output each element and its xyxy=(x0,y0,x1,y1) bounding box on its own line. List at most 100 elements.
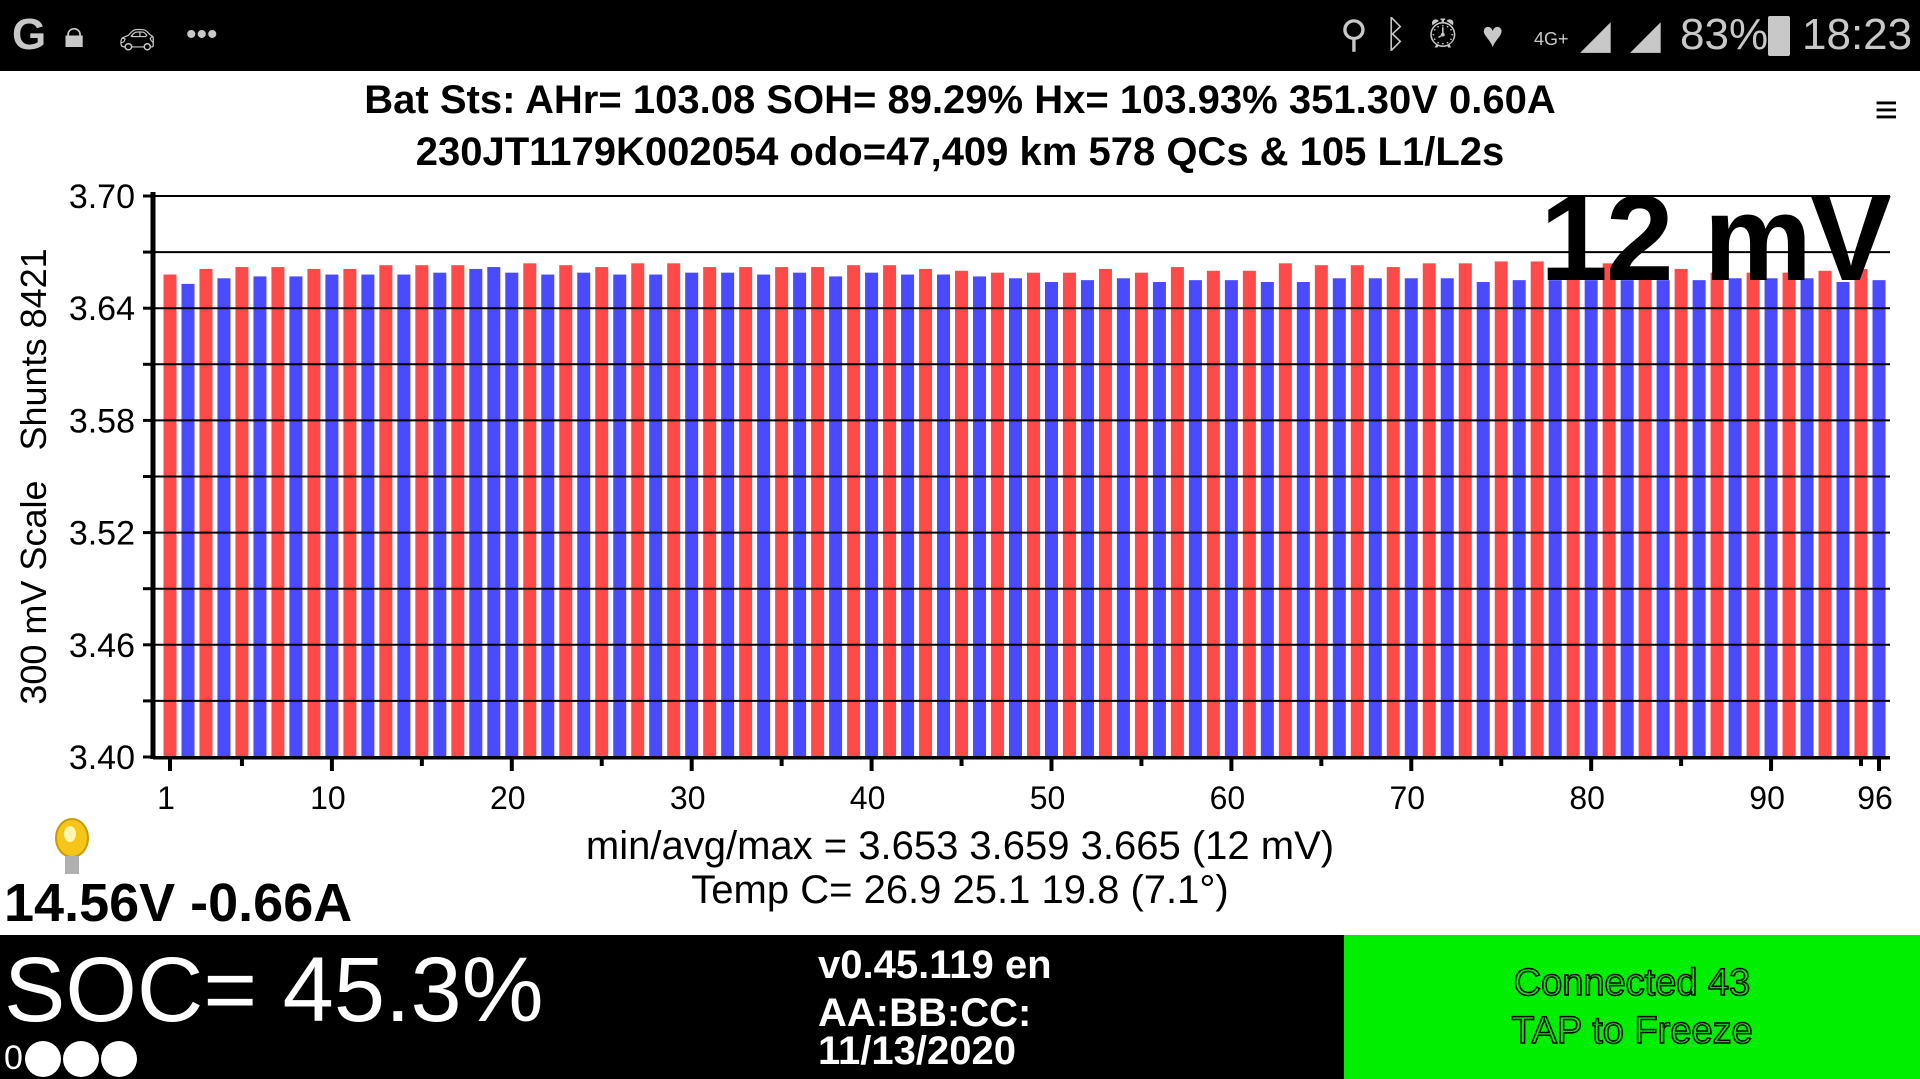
bar-cell-39 xyxy=(847,265,861,757)
bar-cell-11 xyxy=(343,268,357,757)
connection-button[interactable]: Connected 43 TAP to Freeze xyxy=(1344,935,1920,1079)
bar-cell-36 xyxy=(793,272,807,757)
bar-cell-73 xyxy=(1458,263,1472,757)
location-icon: ⚲ xyxy=(1340,14,1368,56)
bar-cell-85 xyxy=(1674,268,1688,757)
x-tick-label: 96 xyxy=(1857,780,1893,815)
bar-cell-21 xyxy=(523,263,537,757)
bar-cell-17 xyxy=(451,265,465,757)
y-tick-label: 3.52 xyxy=(69,515,135,553)
bar-cell-57 xyxy=(1170,267,1184,757)
bar-cell-79 xyxy=(1566,272,1580,757)
y-tick-label: 3.64 xyxy=(69,290,135,328)
bottom-bar: SOC= 45.3% 0 v0.45.119 en AA:BB:CC: 11/1… xyxy=(0,935,1344,1079)
bar-cell-28 xyxy=(649,274,663,757)
dot-icon xyxy=(24,1040,61,1077)
bar-cell-3 xyxy=(199,268,213,757)
x-tick-label: 70 xyxy=(1389,780,1425,815)
more-dots-icon: ••• xyxy=(186,18,218,51)
bar-cell-53 xyxy=(1098,268,1112,757)
bar-cell-88 xyxy=(1728,278,1742,757)
y-tick-label: 3.58 xyxy=(69,402,135,440)
bar-cell-10 xyxy=(325,274,339,757)
bar-cell-78 xyxy=(1548,280,1562,757)
bar-cell-41 xyxy=(883,265,897,757)
bar-cell-47 xyxy=(991,272,1005,757)
version: v0.45.119 en xyxy=(818,943,1052,987)
x-tick-label: 40 xyxy=(850,780,886,815)
bar-cell-20 xyxy=(505,272,519,757)
car-icon: 🚗︎ xyxy=(118,24,157,57)
bar-cell-80 xyxy=(1584,280,1598,757)
bar-cell-83 xyxy=(1638,274,1652,757)
4g-plus-icon: 4G+ xyxy=(1534,29,1569,49)
bar-cell-96 xyxy=(1872,280,1886,757)
bar-cell-32 xyxy=(721,272,735,757)
bar-cell-18 xyxy=(469,268,483,757)
bar-cell-6 xyxy=(253,276,267,757)
bar-cell-94 xyxy=(1836,282,1850,757)
bar-cell-95 xyxy=(1854,268,1868,757)
bar-cell-33 xyxy=(739,267,753,757)
bar-cell-93 xyxy=(1818,270,1832,757)
bar-cell-81 xyxy=(1602,263,1616,757)
bar-cell-55 xyxy=(1134,272,1148,757)
bar-cell-45 xyxy=(955,270,969,757)
bar-cell-19 xyxy=(487,267,501,757)
bar-cell-56 xyxy=(1152,282,1166,757)
bar-cell-29 xyxy=(667,263,681,757)
bar-cell-67 xyxy=(1350,265,1364,757)
bar-cell-9 xyxy=(307,268,321,757)
x-tick-label: 30 xyxy=(670,780,706,815)
bar-cell-24 xyxy=(577,272,591,757)
cell-signal-icon: ◢ xyxy=(1630,13,1661,57)
date: 11/13/2020 xyxy=(818,1029,1016,1073)
bar-cell-43 xyxy=(919,268,933,757)
bar-cell-91 xyxy=(1782,272,1796,757)
bar-cell-13 xyxy=(379,265,393,757)
google-icon: G xyxy=(12,10,47,59)
bar-cell-46 xyxy=(973,276,987,757)
alarm-icon: ⏰︎ xyxy=(1428,14,1458,56)
bar-cell-34 xyxy=(757,274,771,757)
bar-cell-61 xyxy=(1242,270,1256,757)
bar-cell-22 xyxy=(541,274,555,757)
min-avg-max: min/avg/max = 3.653 3.659 3.665 (12 mV) xyxy=(585,824,1335,868)
bar-cell-35 xyxy=(775,267,789,757)
bar-cell-51 xyxy=(1062,272,1076,757)
bar-cell-87 xyxy=(1710,272,1724,757)
bar-cell-5 xyxy=(235,267,249,757)
menu-icon[interactable]: ≡ xyxy=(1875,88,1898,133)
bar-cell-25 xyxy=(595,267,609,757)
x-tick-label: 80 xyxy=(1569,780,1605,815)
x-tick-label: 90 xyxy=(1749,780,1785,815)
bar-cell-48 xyxy=(1009,278,1023,757)
bar-cell-70 xyxy=(1404,278,1418,757)
bar-cell-1 xyxy=(163,274,177,757)
bar-cell-69 xyxy=(1386,267,1400,757)
bar-cell-44 xyxy=(937,274,951,757)
bar-cell-4 xyxy=(217,278,231,757)
bar-cell-31 xyxy=(703,267,717,757)
aux-battery-readout: 14.56V -0.66A xyxy=(4,873,353,933)
clock: 18:23 xyxy=(1802,10,1913,59)
bar-cell-66 xyxy=(1332,278,1346,757)
freeze-hint: TAP to Freeze xyxy=(1510,1009,1753,1053)
lock-icon: 🔒︎ xyxy=(64,14,85,56)
bar-cell-84 xyxy=(1656,280,1670,757)
bar-cell-71 xyxy=(1422,263,1436,757)
bar-cell-23 xyxy=(559,265,573,757)
bar-cell-14 xyxy=(397,274,411,757)
dot-icon xyxy=(100,1040,137,1077)
soc-dots: 0 xyxy=(4,1039,137,1078)
spread-label: 12 mV xyxy=(1540,170,1891,306)
bar-cell-63 xyxy=(1278,263,1292,757)
bar-cell-60 xyxy=(1224,280,1238,757)
connection-status: Connected 43 xyxy=(1513,961,1751,1005)
soc-readout: SOC= 45.3% xyxy=(4,939,544,1041)
bar-cell-37 xyxy=(811,267,825,757)
bar-cell-7 xyxy=(271,267,285,757)
x-tick-label: 60 xyxy=(1210,780,1246,815)
bluetooth-icon: ᛒ xyxy=(1384,14,1407,56)
bar-cell-26 xyxy=(613,274,627,757)
